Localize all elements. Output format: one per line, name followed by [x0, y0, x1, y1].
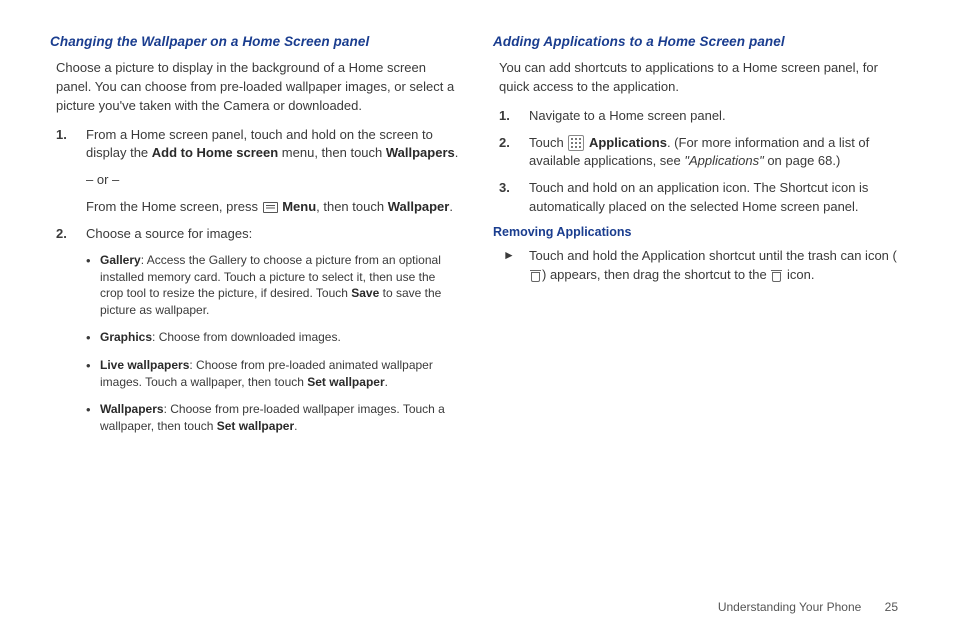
bold: Menu [282, 199, 316, 214]
text: Touch and hold the Application shortcut … [529, 248, 897, 263]
page-columns: Changing the Wallpaper on a Home Screen … [50, 34, 904, 444]
bold: Set wallpaper [217, 419, 294, 433]
arrow-step: ► Touch and hold the Application shortcu… [503, 247, 904, 285]
bold: Wallpapers [100, 402, 164, 416]
intro-wallpaper: Choose a picture to display in the backg… [56, 59, 461, 116]
intro-apps: You can add shortcuts to applications to… [499, 59, 904, 97]
text: icon. [783, 267, 814, 282]
or-divider: – or – [86, 171, 461, 190]
bullet-graphics: Graphics: Choose from downloaded images. [86, 329, 461, 347]
left-column: Changing the Wallpaper on a Home Screen … [50, 34, 461, 444]
step-2: 2. Touch Applications. (For more informa… [499, 134, 904, 172]
bold: Set wallpaper [307, 375, 384, 389]
step-number: 2. [56, 225, 86, 244]
menu-icon [263, 202, 278, 213]
step-3: 3. Touch and hold on an application icon… [499, 179, 904, 217]
page-footer: Understanding Your Phone 25 [718, 600, 898, 614]
text: on page 68.) [764, 153, 841, 168]
text: : Choose from downloaded images. [152, 330, 341, 344]
bullet-wallpapers: Wallpapers: Choose from pre-loaded wallp… [86, 401, 461, 435]
bold: Applications [589, 135, 667, 150]
text: ) appears, then drag the shortcut to the [542, 267, 770, 282]
arrow-content: Touch and hold the Application shortcut … [529, 247, 904, 285]
steps-apps: 1. Navigate to a Home screen panel. 2. T… [499, 107, 904, 217]
trash-icon [771, 269, 782, 282]
bold: Add to Home screen [152, 145, 278, 160]
applications-icon [568, 135, 584, 151]
heading-apps: Adding Applications to a Home Screen pan… [493, 34, 904, 49]
heading-removing: Removing Applications [493, 225, 904, 239]
text: From the Home screen, press [86, 199, 262, 214]
steps-wallpaper: 1. From a Home screen panel, touch and h… [56, 126, 461, 244]
heading-wallpaper: Changing the Wallpaper on a Home Screen … [50, 34, 461, 49]
bullet-gallery: Gallery: Access the Gallery to choose a … [86, 252, 461, 319]
text: , then touch [316, 199, 388, 214]
footer-section: Understanding Your Phone [718, 600, 861, 614]
step-number: 1. [56, 126, 86, 217]
italic-ref: "Applications" [684, 153, 763, 168]
step-content: From a Home screen panel, touch and hold… [86, 126, 461, 217]
right-column: Adding Applications to a Home Screen pan… [493, 34, 904, 444]
bold: Gallery [100, 253, 141, 267]
trash-icon [530, 269, 541, 282]
bold: Wallpaper [388, 199, 450, 214]
bold: Save [351, 286, 379, 300]
step-number: 3. [499, 179, 529, 217]
step-1: 1. From a Home screen panel, touch and h… [56, 126, 461, 217]
step-2: 2. Choose a source for images: [56, 225, 461, 244]
text: Touch [529, 135, 567, 150]
step-number: 1. [499, 107, 529, 126]
text: . [449, 199, 453, 214]
bold: Live wallpapers [100, 358, 189, 372]
text: . [294, 419, 297, 433]
page-number: 25 [885, 600, 898, 614]
step-content: Navigate to a Home screen panel. [529, 107, 904, 126]
bold: Graphics [100, 330, 152, 344]
bold: Wallpapers [386, 145, 455, 160]
step-content: Touch Applications. (For more informatio… [529, 134, 904, 172]
text: . [455, 145, 459, 160]
text: . [385, 375, 388, 389]
text: menu, then touch [278, 145, 386, 160]
step-content: Touch and hold on an application icon. T… [529, 179, 904, 217]
source-list: Gallery: Access the Gallery to choose a … [86, 252, 461, 435]
step-content: Choose a source for images: [86, 225, 461, 244]
step-1: 1. Navigate to a Home screen panel. [499, 107, 904, 126]
bullet-live: Live wallpapers: Choose from pre-loaded … [86, 357, 461, 391]
step-number: 2. [499, 134, 529, 172]
arrow-icon: ► [503, 247, 529, 285]
